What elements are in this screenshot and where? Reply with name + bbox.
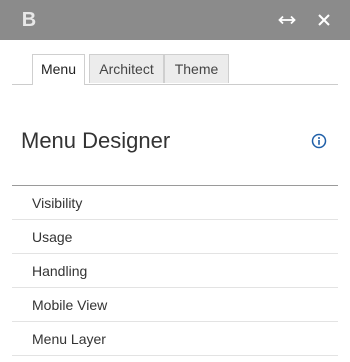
top-bar: B bbox=[0, 0, 350, 40]
list-item-mobile-view[interactable]: Mobile View bbox=[12, 288, 338, 322]
list-item-visibility[interactable]: Visibility bbox=[12, 186, 338, 220]
tab-theme[interactable]: Theme bbox=[164, 54, 229, 83]
list-item-usage[interactable]: Usage bbox=[12, 220, 338, 254]
close-icon bbox=[318, 14, 330, 26]
info-icon bbox=[311, 133, 327, 149]
app-logo: B bbox=[20, 10, 38, 30]
tab-menu[interactable]: Menu bbox=[32, 54, 85, 85]
info-button[interactable] bbox=[311, 133, 327, 149]
tab-architect[interactable]: Architect bbox=[89, 54, 164, 83]
horizontal-arrows-icon bbox=[278, 15, 296, 25]
tab-bar: Menu Architect Theme bbox=[12, 54, 338, 85]
menu-designer-list: Visibility Usage Handling Mobile View Me… bbox=[12, 185, 338, 356]
logo-letter: B bbox=[21, 9, 37, 31]
list-item-handling[interactable]: Handling bbox=[12, 254, 338, 288]
expand-button[interactable] bbox=[275, 8, 299, 32]
page-title: Menu Designer bbox=[21, 128, 171, 153]
list-item-menu-layer[interactable]: Menu Layer bbox=[12, 322, 338, 356]
close-button[interactable] bbox=[312, 8, 336, 32]
